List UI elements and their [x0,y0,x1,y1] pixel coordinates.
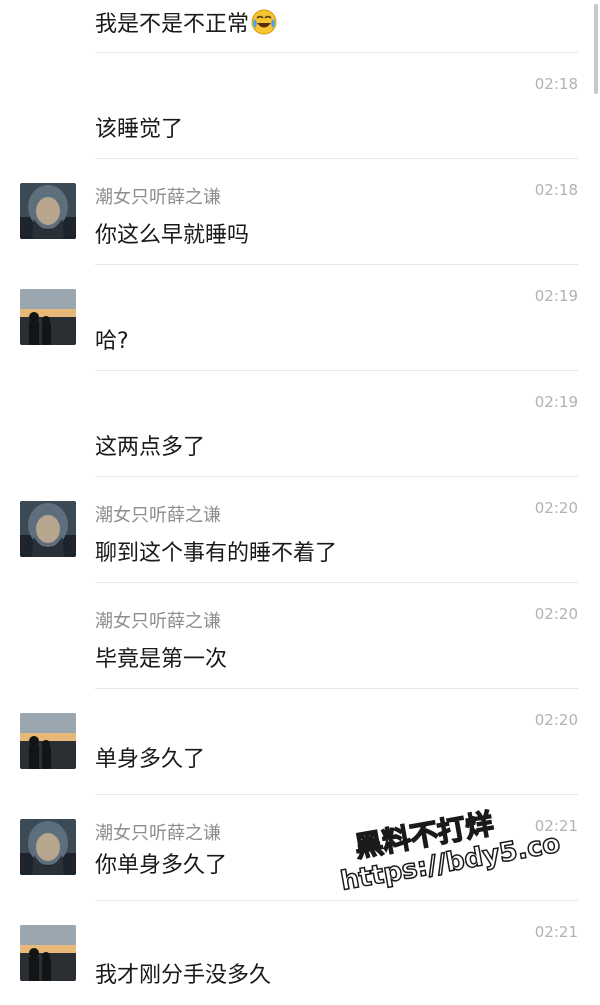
message-item[interactable]: 02:19 这两点多了 [0,371,600,477]
message-item[interactable]: 02:20 单身多久了 [0,689,600,795]
message-text: 你单身多久了 [95,853,228,878]
avatar-hooded-person[interactable] [20,501,76,557]
message-text: 这两点多了 [95,435,206,460]
message-time: 02:20 [534,605,578,623]
message-time: 02:20 [534,499,578,517]
message-item[interactable]: 我是不是不正常 [0,0,600,53]
message-time: 02:19 [534,393,578,411]
sender-name: 潮女只听薛之谦 [95,505,221,526]
message-item[interactable]: 潮女只听薛之谦 02:20 毕竟是第一次 [0,583,600,689]
avatar-sunset-couple[interactable] [20,713,76,769]
avatar-hooded-person[interactable] [20,819,76,875]
message-text: 哈? [95,329,129,354]
message-text: 聊到这个事有的睡不着了 [95,541,338,566]
scrollbar[interactable] [594,4,598,94]
message-time: 02:20 [534,711,578,729]
crying-laughing-face-icon [251,9,277,41]
message-item[interactable]: 潮女只听薛之谦 02:20 聊到这个事有的睡不着了 [0,477,600,583]
message-text: 毕竟是第一次 [95,647,228,672]
message-text: 我是不是不正常 [95,6,277,41]
avatar-hooded-person[interactable] [20,183,76,239]
message-item[interactable]: 02:18 该睡觉了 [0,53,600,159]
message-time: 02:21 [534,923,578,941]
message-time: 02:18 [534,181,578,199]
message-time: 02:19 [534,287,578,305]
sender-name: 潮女只听薛之谦 [95,611,221,632]
message-item[interactable]: 02:21 我才刚分手没多久 [0,901,600,1005]
message-text: 该睡觉了 [95,117,184,142]
message-time: 02:18 [534,75,578,93]
message-text: 单身多久了 [95,747,206,772]
avatar-sunset-couple[interactable] [20,925,76,981]
chat-history[interactable]: 我是不是不正常 02:18 该睡觉了 潮女只听薛之谦 02:18 你这么早就睡吗 [0,0,600,1005]
message-item[interactable]: 潮女只听薛之谦 02:18 你这么早就睡吗 [0,159,600,265]
message-item[interactable]: 02:19 哈? [0,265,600,371]
message-text: 我才刚分手没多久 [95,963,272,988]
sender-name: 潮女只听薛之谦 [95,187,221,208]
avatar-sunset-couple[interactable] [20,289,76,345]
message-text: 你这么早就睡吗 [95,223,250,248]
sender-name: 潮女只听薛之谦 [95,823,221,844]
